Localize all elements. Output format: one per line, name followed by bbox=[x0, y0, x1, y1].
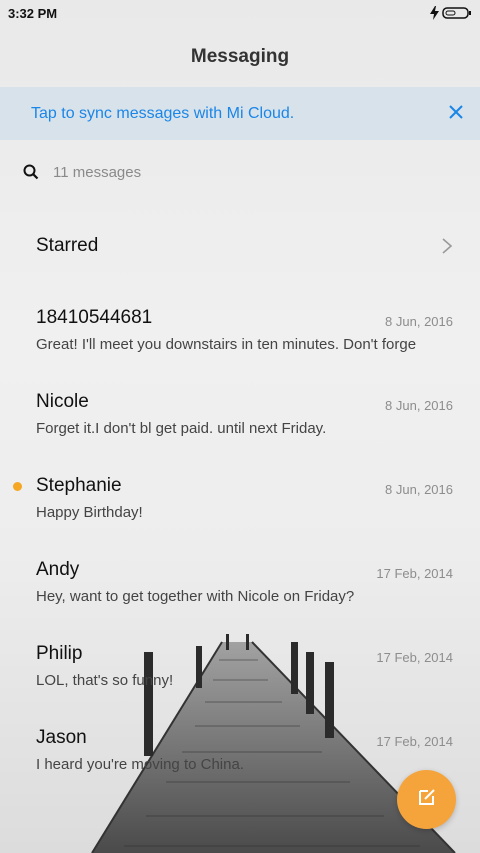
conversation-snippet: Great! I'll meet you downstairs in ten m… bbox=[36, 336, 417, 353]
conversation-snippet: Happy Birthday! bbox=[36, 504, 143, 521]
status-time: 3:32 PM bbox=[8, 6, 58, 21]
close-icon[interactable] bbox=[448, 104, 464, 120]
chevron-right-icon bbox=[441, 237, 453, 255]
page-title: Messaging bbox=[190, 46, 290, 67]
conversation-name: Stephanie bbox=[36, 475, 122, 496]
conversation-date: 17 Feb, 2014 bbox=[376, 650, 453, 665]
search-input[interactable]: 11 messages bbox=[53, 164, 141, 181]
conversation-name: Jason bbox=[36, 727, 87, 748]
conversation-name: Nicole bbox=[36, 391, 89, 412]
search-icon[interactable] bbox=[23, 164, 39, 180]
conversation-date: 17 Feb, 2014 bbox=[376, 566, 453, 581]
starred-row[interactable]: Starred bbox=[0, 212, 480, 278]
conversation-name: Philip bbox=[36, 643, 83, 664]
conversation-date: 8 Jun, 2016 bbox=[385, 398, 453, 413]
conversation-name: Andy bbox=[36, 559, 80, 580]
status-icons bbox=[430, 6, 472, 25]
conversation-snippet: Forget it.I don't bl get paid. until nex… bbox=[36, 420, 327, 437]
battery-icon bbox=[442, 6, 472, 25]
conversation-name: 18410544681 bbox=[36, 307, 153, 328]
search-bar[interactable]: 11 messages bbox=[0, 150, 480, 196]
conversation-snippet: Hey, want to get together with Nicole on… bbox=[36, 588, 355, 605]
conversation-date: 8 Jun, 2016 bbox=[385, 314, 453, 329]
compose-icon bbox=[417, 787, 437, 812]
compose-button[interactable] bbox=[397, 770, 456, 829]
conversation-item[interactable]: Andy 17 Feb, 2014 Hey, want to get toget… bbox=[0, 536, 480, 620]
app-header: Messaging bbox=[0, 28, 480, 86]
conversation-date: 17 Feb, 2014 bbox=[376, 734, 453, 749]
conversation-item[interactable]: Philip 17 Feb, 2014 LOL, that's so funny… bbox=[0, 620, 480, 704]
conversation-item[interactable]: Nicole 8 Jun, 2016 Forget it.I don't bl … bbox=[0, 368, 480, 452]
charging-icon bbox=[430, 6, 439, 25]
conversation-item[interactable]: Stephanie 8 Jun, 2016 Happy Birthday! bbox=[0, 452, 480, 536]
unread-indicator bbox=[13, 482, 22, 491]
conversation-list: 18410544681 8 Jun, 2016 Great! I'll meet… bbox=[0, 284, 480, 788]
starred-label: Starred bbox=[36, 235, 99, 256]
conversation-snippet: LOL, that's so funny! bbox=[36, 672, 174, 689]
sync-banner[interactable]: Tap to sync messages with Mi Cloud. bbox=[0, 87, 480, 140]
status-bar: 3:32 PM bbox=[0, 0, 480, 28]
conversation-date: 8 Jun, 2016 bbox=[385, 482, 453, 497]
sync-banner-text[interactable]: Tap to sync messages with Mi Cloud. bbox=[31, 105, 294, 123]
conversation-item[interactable]: 18410544681 8 Jun, 2016 Great! I'll meet… bbox=[0, 284, 480, 368]
conversation-snippet: I heard you're moving to China. bbox=[36, 756, 244, 773]
